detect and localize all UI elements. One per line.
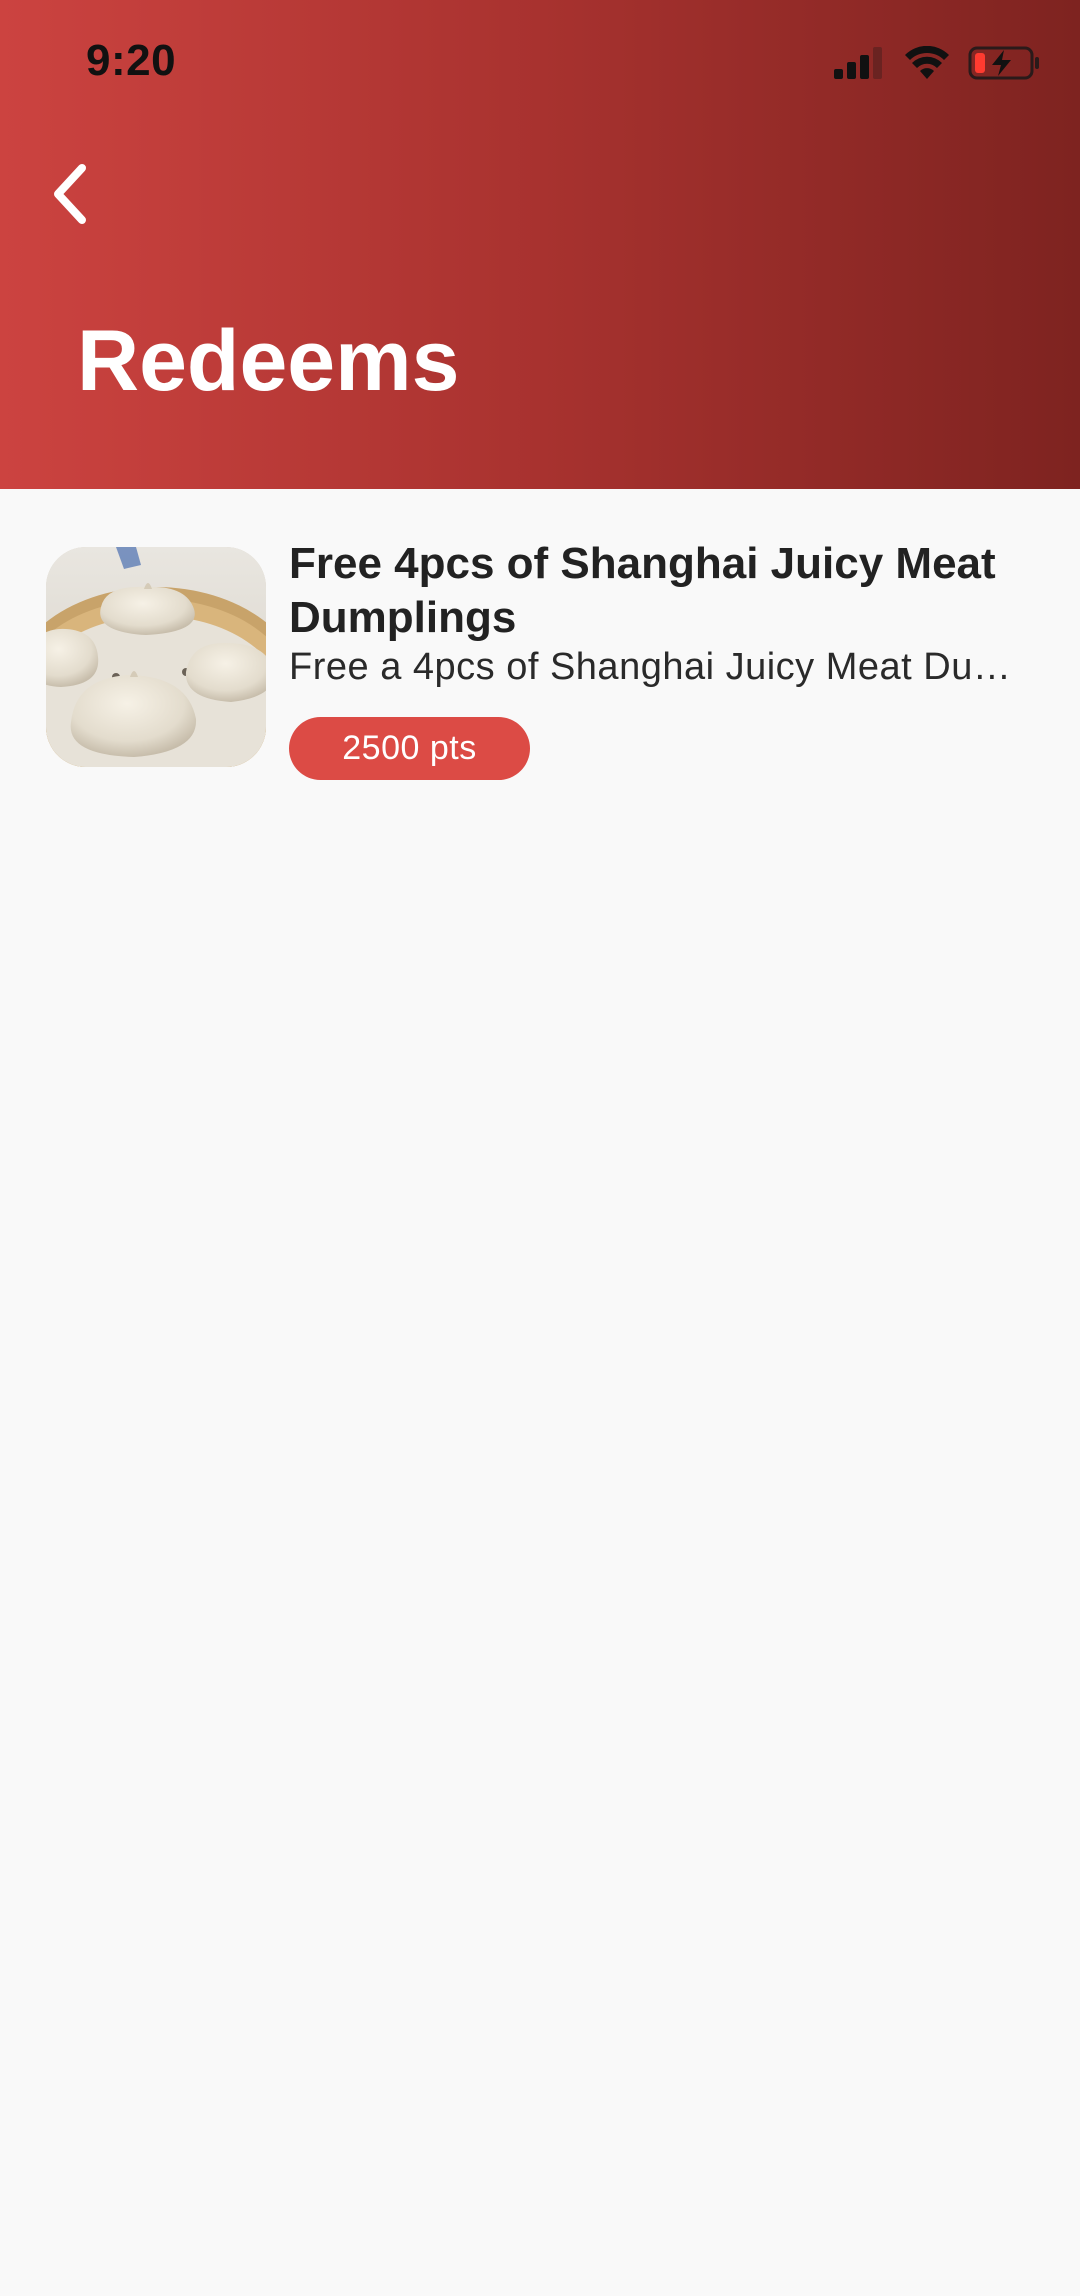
signal-icon	[834, 47, 882, 79]
points-badge: 2500 pts	[289, 717, 530, 780]
redeem-description: Free a 4pcs of Shanghai Juicy Meat Dumpl…	[289, 646, 1019, 688]
header-bar: 9:20 Redeems	[0, 0, 1080, 489]
redeem-list: Free 4pcs of Shanghai Juicy Meat Dumplin…	[0, 489, 1080, 809]
redeem-title: Free 4pcs of Shanghai Juicy Meat Dumplin…	[289, 539, 996, 642]
page-title: Redeems	[77, 313, 460, 409]
soup-dumplings-photo	[46, 547, 266, 767]
back-button[interactable]	[40, 158, 100, 230]
wifi-icon	[905, 46, 949, 79]
redeem-list-item[interactable]: Free 4pcs of Shanghai Juicy Meat Dumplin…	[0, 489, 1080, 809]
redeems-screen: 9:20 Redeems Free 4pcs of Shanghai Juicy…	[0, 0, 1080, 2296]
battery-charging-icon	[968, 46, 1039, 80]
status-icons	[834, 46, 1040, 80]
chevron-left-icon	[54, 164, 86, 224]
status-time: 9:20	[86, 36, 177, 85]
